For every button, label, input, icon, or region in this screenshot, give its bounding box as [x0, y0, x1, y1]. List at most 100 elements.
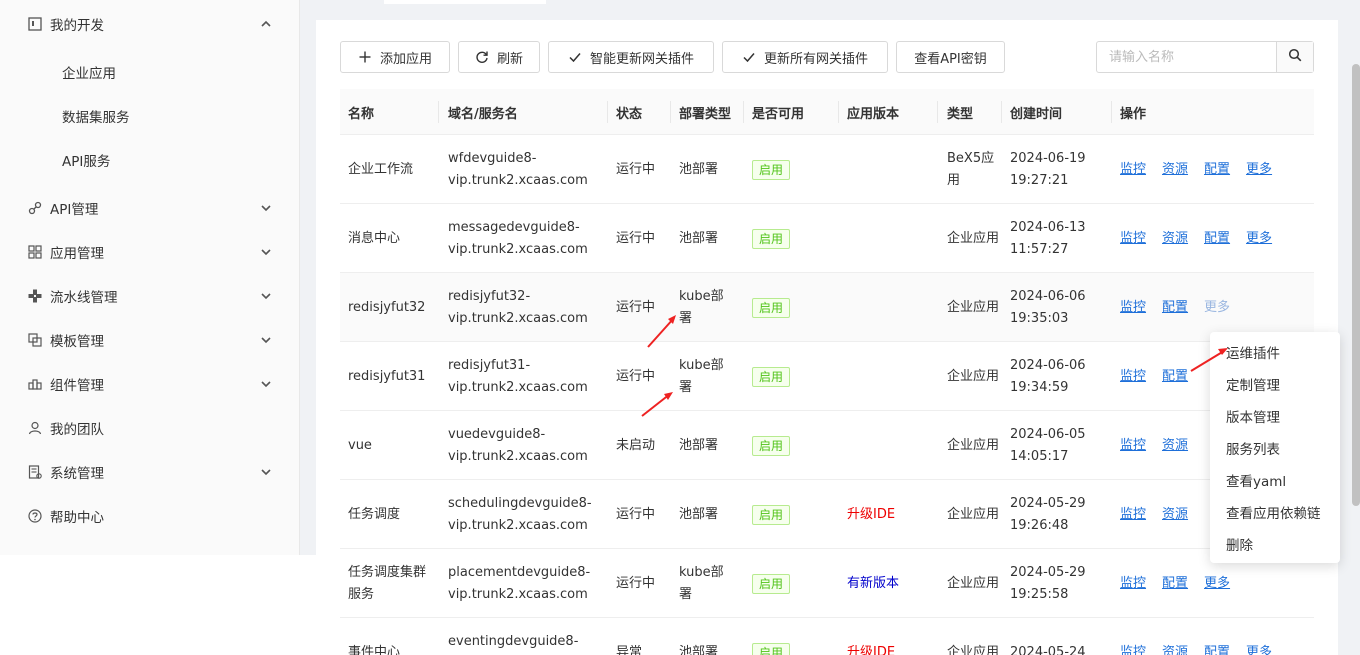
sidebar-subitem-dataset-service[interactable]: 数据集服务 — [0, 94, 300, 138]
col-created-time[interactable]: 创建时间 — [1010, 89, 1062, 135]
config-link[interactable]: 配置 — [1162, 366, 1188, 388]
new-version-link[interactable]: 有新版本 — [847, 549, 899, 618]
dropdown-item-custom-management[interactable]: 定制管理 — [1226, 368, 1280, 400]
resource-link[interactable]: 资源 — [1162, 642, 1188, 655]
monitor-link[interactable]: 监控 — [1120, 435, 1146, 457]
sidebar-item-template-management[interactable]: 模板管理 — [0, 318, 300, 362]
update-all-gateway-plugins-button[interactable]: 更新所有网关插件 — [722, 41, 888, 73]
chevron-down-icon — [260, 334, 272, 346]
monitor-link[interactable]: 监控 — [1120, 297, 1146, 319]
more-link[interactable]: 更多 — [1246, 228, 1272, 250]
config-link[interactable]: 配置 — [1162, 297, 1188, 319]
table-row: 任务调度 schedulingdevguide8-vip.trunk2.xcaa… — [340, 480, 1314, 549]
cell-type: 企业应用 — [947, 299, 1000, 315]
monitor-link[interactable]: 监控 — [1120, 228, 1146, 250]
main-content: 添加应用 刷新 智能更新网关插件 更新所有网关插件 查看API密钥 名称 域名/… — [316, 20, 1338, 655]
dropdown-item-view-dependency-chain[interactable]: 查看应用依赖链 — [1226, 496, 1321, 528]
add-app-button[interactable]: 添加应用 — [340, 41, 450, 73]
monitor-link[interactable]: 监控 — [1120, 642, 1146, 655]
search-button[interactable] — [1276, 42, 1313, 72]
monitor-link[interactable]: 监控 — [1120, 504, 1146, 526]
col-status[interactable]: 状态 — [616, 89, 642, 135]
tab-active[interactable] — [384, 0, 546, 4]
view-api-key-button[interactable]: 查看API密钥 — [896, 41, 1005, 73]
column-divider — [1001, 101, 1002, 123]
cell-created: 2024-05-29 19:26:48 — [1010, 495, 1086, 533]
component-icon — [28, 377, 42, 391]
col-deploy-type[interactable]: 部署类型 — [679, 89, 731, 135]
resource-link[interactable]: 资源 — [1162, 159, 1188, 181]
check-icon — [742, 50, 756, 64]
cell-actions: 监控 资源 — [1120, 480, 1204, 549]
monitor-link[interactable]: 监控 — [1120, 366, 1146, 388]
dropdown-item-ops-plugin[interactable]: 运维插件 — [1226, 336, 1280, 368]
status-badge: 启用 — [752, 159, 791, 180]
col-type[interactable]: 类型 — [947, 89, 973, 135]
status-badge: 启用 — [752, 642, 791, 655]
dropdown-item-service-list[interactable]: 服务列表 — [1226, 432, 1280, 464]
column-divider — [670, 101, 671, 123]
sidebar-subitem-api-service[interactable]: API服务 — [0, 138, 300, 182]
tab-strip — [316, 0, 1338, 4]
vertical-scrollbar[interactable] — [1352, 64, 1360, 506]
upgrade-ide-link[interactable]: 升级IDE — [847, 480, 895, 549]
more-link[interactable]: 更多 — [1246, 159, 1272, 181]
column-divider — [607, 101, 608, 123]
col-domain[interactable]: 域名/服务名 — [448, 89, 518, 135]
sidebar: 我的开发 企业应用 数据集服务 API服务 API管理 应用管理 流水线管理 模… — [0, 0, 300, 555]
more-link[interactable]: 更多 — [1246, 642, 1272, 655]
chevron-down-icon — [260, 378, 272, 390]
resource-link[interactable]: 资源 — [1162, 504, 1188, 526]
sidebar-item-my-team[interactable]: 我的团队 — [0, 406, 300, 450]
col-name[interactable]: 名称 — [348, 89, 374, 135]
more-link[interactable]: 更多 — [1204, 297, 1230, 319]
config-link[interactable]: 配置 — [1204, 642, 1230, 655]
cell-created: 2024-06-06 19:34:59 — [1010, 357, 1086, 395]
sidebar-item-api-management[interactable]: API管理 — [0, 186, 300, 230]
cell-domain: wfdevguide8-vip.trunk2.xcaas.com — [448, 150, 588, 188]
dropdown-item-view-yaml[interactable]: 查看yaml — [1226, 464, 1286, 496]
column-divider — [1111, 101, 1112, 123]
system-icon — [28, 465, 42, 479]
config-link[interactable]: 配置 — [1162, 573, 1188, 595]
cell-actions: 监控 资源 — [1120, 411, 1204, 480]
dropdown-item-version-management[interactable]: 版本管理 — [1226, 400, 1280, 432]
refresh-button[interactable]: 刷新 — [458, 41, 540, 73]
cell-domain: redisjyfut31-vip.trunk2.xcaas.com — [448, 357, 588, 395]
sidebar-subitem-enterprise-app[interactable]: 企业应用 — [0, 50, 300, 94]
table-row: redisjyfut31 redisjyfut31-vip.trunk2.xca… — [340, 342, 1314, 411]
resource-link[interactable]: 资源 — [1162, 228, 1188, 250]
cell-type: 企业应用 — [947, 644, 1000, 655]
sidebar-item-pipeline-management[interactable]: 流水线管理 — [0, 274, 300, 318]
dropdown-item-delete[interactable]: 删除 — [1226, 528, 1253, 560]
config-link[interactable]: 配置 — [1204, 228, 1230, 250]
search-input[interactable] — [1097, 42, 1277, 72]
resource-link[interactable]: 资源 — [1162, 435, 1188, 457]
sidebar-item-help-center[interactable]: 帮助中心 — [0, 494, 300, 538]
cell-actions: 监控 资源 配置 更多 — [1120, 618, 1288, 655]
cell-status: 运行中 — [616, 575, 656, 591]
smart-update-gateway-plugin-button[interactable]: 智能更新网关插件 — [548, 41, 714, 73]
more-link[interactable]: 更多 — [1204, 573, 1230, 595]
cell-available: 启用 — [752, 135, 791, 204]
col-available[interactable]: 是否可用 — [752, 89, 804, 135]
cell-name: vue — [348, 437, 372, 453]
sidebar-item-app-management[interactable]: 应用管理 — [0, 230, 300, 274]
col-app-version[interactable]: 应用版本 — [847, 89, 899, 135]
sidebar-item-my-dev[interactable]: 我的开发 — [0, 2, 300, 46]
cell-actions: 监控 资源 配置 更多 — [1120, 204, 1288, 273]
status-badge: 启用 — [752, 435, 791, 456]
monitor-link[interactable]: 监控 — [1120, 573, 1146, 595]
status-badge: 启用 — [752, 573, 791, 594]
sidebar-item-system-management[interactable]: 系统管理 — [0, 450, 300, 494]
cell-created: 2024-05-29 19:25:58 — [1010, 564, 1086, 602]
cell-deploy: kube部署 — [679, 288, 724, 326]
config-link[interactable]: 配置 — [1204, 159, 1230, 181]
upgrade-ide-link[interactable]: 升级IDE — [847, 618, 895, 655]
status-badge: 启用 — [752, 504, 791, 525]
cell-type: 企业应用 — [947, 230, 1000, 246]
monitor-link[interactable]: 监控 — [1120, 159, 1146, 181]
sidebar-item-component-management[interactable]: 组件管理 — [0, 362, 300, 406]
user-icon — [28, 421, 42, 435]
cell-deploy: kube部署 — [679, 564, 724, 602]
